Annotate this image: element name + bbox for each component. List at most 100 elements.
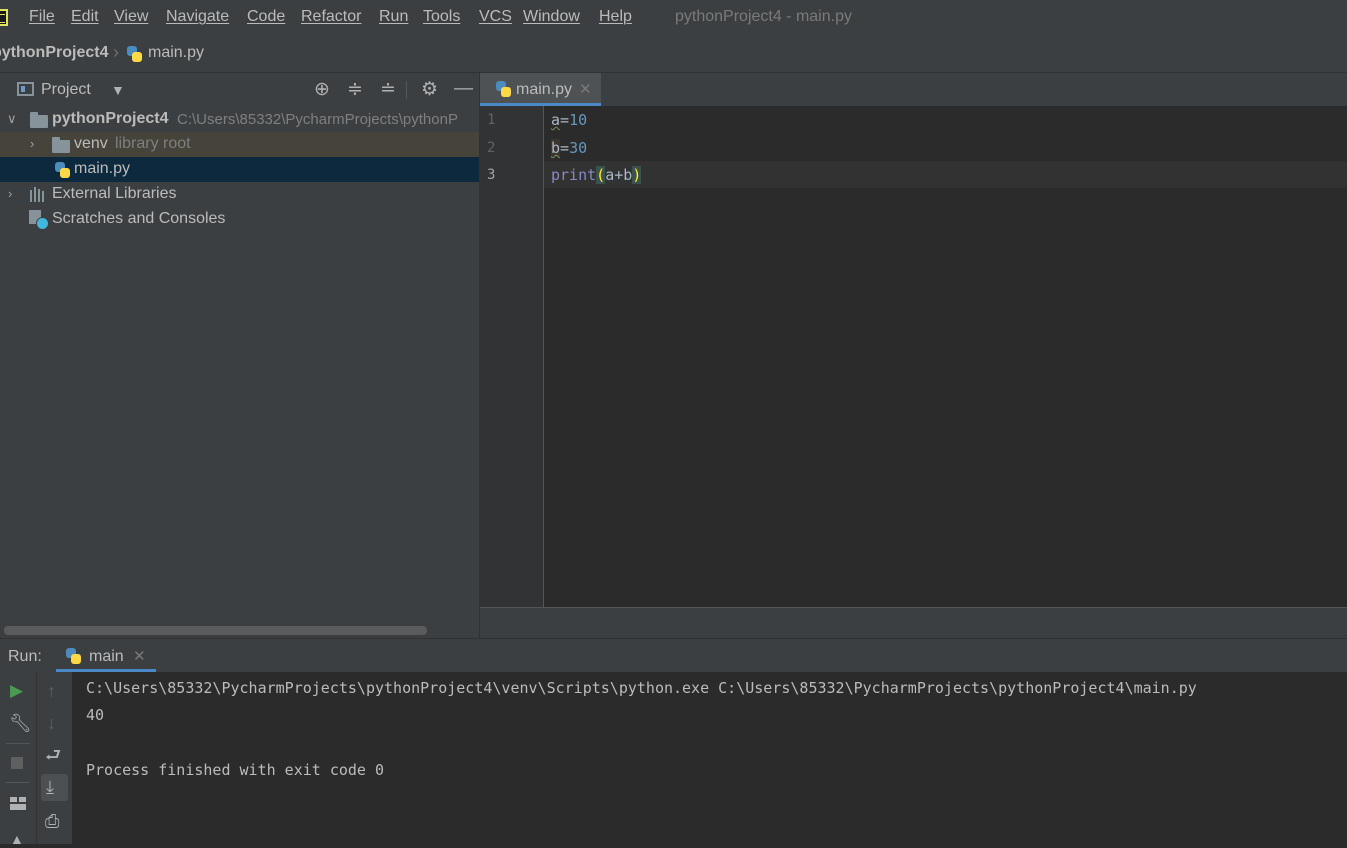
pycharm-logo-icon[interactable] [0, 9, 8, 26]
toolbar-divider [406, 81, 407, 99]
python-file-icon [495, 81, 511, 97]
window-title: pythonProject4 - main.py [675, 8, 852, 25]
breadcrumb-file[interactable]: main.py [148, 44, 204, 62]
rerun-icon[interactable]: ▶ [10, 682, 23, 700]
tree-item-project-root[interactable]: ∨ pythonProject4 C:\Users\85332\PycharmP… [0, 107, 479, 132]
tree-item-note: library root [115, 135, 191, 152]
editor-tab-main-py[interactable]: main.py ✕ [480, 73, 601, 106]
line-number: 3 [487, 167, 496, 183]
code-line-3[interactable]: print(a+b) [551, 166, 642, 184]
chevron-right-icon[interactable]: › [30, 136, 34, 151]
line-number-gutter: 1 2 3 [480, 106, 543, 607]
code-arguments: a+b [605, 166, 633, 184]
collapse-all-icon[interactable]: ≐ [380, 80, 396, 99]
menu-code[interactable]: Code [247, 8, 285, 26]
code-number: 10 [569, 111, 588, 129]
gear-icon[interactable]: ⚙ [421, 80, 438, 99]
menu-vcs[interactable]: VCS [479, 8, 512, 26]
menu-navigate[interactable]: Navigate [166, 8, 229, 26]
tree-item-scratches[interactable]: Scratches and Consoles [0, 207, 479, 232]
code-builtin: print [551, 166, 597, 184]
soft-wrap-icon[interactable]: ⮐ [45, 746, 61, 764]
pin-icon[interactable]: ▲ [10, 830, 24, 848]
breadcrumb-project[interactable]: pythonProject4 [0, 44, 108, 62]
code-operator: = [560, 139, 570, 157]
tree-item-label: main.py [74, 160, 131, 177]
scroll-to-end-button[interactable]: ⤓ [41, 774, 68, 801]
console-exit-line: Process finished with exit code 0 [86, 761, 385, 779]
editor-tab-bar: main.py ✕ [480, 73, 1347, 107]
wrench-icon[interactable]: 🔧︎ [9, 714, 32, 732]
code-paren-open: ( [596, 166, 606, 184]
tree-item-label: Scratches and Consoles [52, 210, 226, 227]
tree-item-main-py[interactable]: main.py [0, 157, 479, 182]
line-number: 1 [487, 112, 496, 128]
chevron-right-icon[interactable]: › [8, 186, 12, 201]
menu-view[interactable]: View [114, 8, 148, 26]
expand-all-icon[interactable]: ≑ [347, 80, 363, 99]
breadcrumb: pythonProject4 › main.py [0, 36, 1347, 73]
run-tab-main[interactable]: main ✕ [56, 639, 156, 673]
hide-icon[interactable]: — [454, 79, 473, 98]
menu-window[interactable]: Window [523, 8, 580, 26]
locate-icon[interactable]: ⊕ [314, 80, 330, 99]
code-line-2[interactable]: b=30 [551, 139, 587, 157]
line-number: 2 [487, 140, 496, 156]
menu-edit[interactable]: Edit [71, 8, 99, 26]
tree-item-label: External Libraries [52, 185, 177, 202]
editor-status-strip [480, 607, 1347, 639]
menu-bar: File Edit View Navigate Code Refactor Ru… [0, 0, 1347, 37]
code-variable: b [551, 139, 561, 157]
tree-item-label: venv [74, 135, 108, 152]
scratches-icon [29, 210, 49, 230]
console-output-line: 40 [86, 706, 105, 724]
current-line-highlight [544, 161, 1347, 188]
python-icon [65, 648, 81, 664]
project-view-selector[interactable]: Project [41, 81, 91, 99]
run-console[interactable]: C:\Users\85332\PycharmProjects\pythonPro… [72, 672, 1347, 844]
run-panel-header: Run: main ✕ [0, 638, 1347, 673]
close-icon[interactable]: ✕ [579, 80, 592, 98]
chevron-down-icon[interactable]: ∨ [7, 111, 17, 127]
menu-tools[interactable]: Tools [423, 8, 460, 26]
tree-item-path: C:\Users\85332\PycharmProjects\pythonP [177, 111, 458, 128]
libraries-icon [30, 187, 47, 202]
code-editor[interactable]: 1 2 3 a=10 b=30 print(a+b) [480, 106, 1347, 607]
project-view-icon [17, 82, 34, 96]
folder-icon [30, 112, 48, 128]
project-tree: ∨ pythonProject4 C:\Users\85332\PycharmP… [0, 106, 479, 638]
close-icon[interactable]: ✕ [133, 647, 146, 665]
run-toolbar-divider [36, 672, 37, 844]
arrow-down-icon[interactable]: ↓ [47, 714, 56, 732]
tree-item-venv[interactable]: › venv library root [0, 132, 479, 157]
python-file-icon [54, 162, 70, 178]
menu-help[interactable]: Help [599, 8, 632, 26]
run-tab-label: main [89, 648, 124, 665]
code-number: 30 [569, 139, 588, 157]
breadcrumb-chevron-icon: › [113, 42, 119, 62]
editor-tab-label: main.py [516, 81, 573, 98]
menu-refactor[interactable]: Refactor [301, 8, 361, 26]
code-paren-close: ) [632, 166, 642, 184]
print-icon[interactable]: ⎙ [45, 812, 59, 830]
project-toolbar: Project ▼ ⊕ ≑ ≐ ⚙ — [0, 73, 479, 107]
menu-run[interactable]: Run [379, 8, 408, 26]
run-panel-label: Run: [8, 648, 42, 665]
tree-item-external-libraries[interactable]: › External Libraries [0, 182, 479, 207]
toolbar-divider [6, 782, 30, 783]
scroll-to-end-icon: ⤓ [46, 777, 54, 797]
menu-file[interactable]: File [29, 8, 55, 26]
code-operator: = [560, 111, 570, 129]
tree-item-label: pythonProject4 [52, 110, 169, 127]
horizontal-scrollbar[interactable] [4, 626, 427, 635]
chevron-down-icon[interactable]: ▼ [111, 81, 125, 100]
stop-icon[interactable] [11, 757, 23, 769]
arrow-up-icon[interactable]: ↑ [47, 682, 56, 700]
code-line-1[interactable]: a=10 [551, 111, 587, 129]
toolbar-divider [6, 743, 30, 744]
console-command-line: C:\Users\85332\PycharmProjects\pythonPro… [86, 679, 1197, 697]
code-variable: a [551, 111, 561, 129]
python-file-icon [126, 46, 142, 62]
folder-icon [52, 137, 70, 153]
layout-icon[interactable] [10, 797, 26, 810]
